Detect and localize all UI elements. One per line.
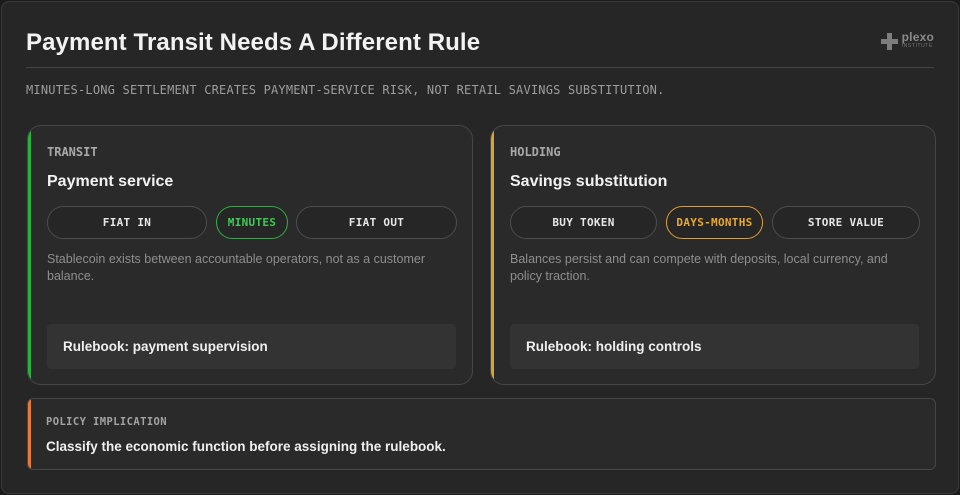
transit-label: TRANSIT [47,145,98,159]
holding-card: HOLDING Savings substitution BUY TOKEN D… [490,125,936,385]
page-subtitle: MINUTES-LONG SETTLEMENT CREATES PAYMENT-… [26,83,665,97]
header-divider [26,67,934,68]
slide-frame: Payment Transit Needs A Different Rule p… [1,1,959,494]
logo-name: plexo [901,30,934,44]
holding-title: Savings substitution [510,173,668,190]
transit-title: Payment service [47,173,174,190]
policy-implication-box: POLICY IMPLICATION Classify the economic… [27,398,936,470]
plus-cross-icon [880,33,898,50]
brand-logo: plexo INSTITUTE [880,30,934,50]
transit-description: Stablecoin exists between accountable op… [47,252,425,283]
logo-subtext: INSTITUTE [901,43,933,49]
transit-step-minutes: MINUTES [216,206,288,239]
holding-label: HOLDING [510,145,561,159]
policy-label: POLICY IMPLICATION [46,416,167,428]
holding-step-buy-token: BUY TOKEN [510,206,657,239]
holding-description: Balances persist and can compete with de… [510,252,888,283]
transit-step-fiat-out: FIAT OUT [296,206,457,239]
page-title: Payment Transit Needs A Different Rule [26,29,481,56]
holding-step-days-months: DAYS-MONTHS [666,206,763,239]
transit-card: TRANSIT Payment service FIAT IN MINUTES … [27,125,473,385]
transit-rulebook: Rulebook: payment supervision [47,324,456,369]
policy-text: Classify the economic function before as… [46,439,446,454]
holding-step-store-value: STORE VALUE [772,206,920,239]
transit-step-fiat-in: FIAT IN [47,206,207,239]
holding-rulebook: Rulebook: holding controls [510,324,919,369]
